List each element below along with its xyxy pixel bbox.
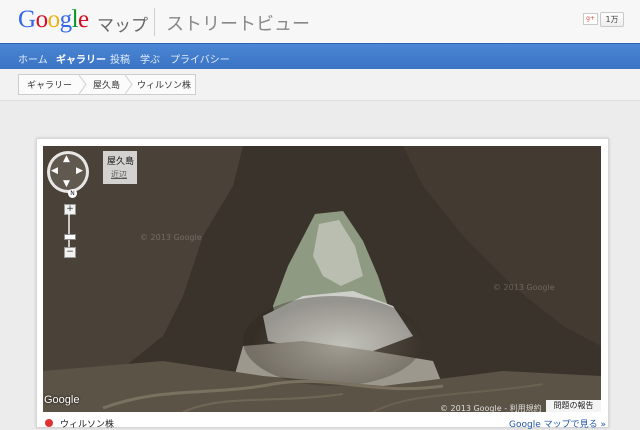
- main-nav: ホーム ギャラリー 投稿 学ぶ プライバシー: [0, 43, 640, 70]
- breadcrumb-item-wilson-stump: ウィルソン株: [137, 81, 192, 91]
- google-logo[interactable]: Google: [18, 6, 89, 34]
- stump-interior-image: [43, 146, 601, 412]
- arrow-up-icon[interactable]: ▲: [63, 155, 70, 164]
- header: Google マップ ストリートビュー g+ 1万: [0, 0, 640, 44]
- arrow-right-icon[interactable]: ▶: [76, 167, 83, 176]
- zoom-slider-handle[interactable]: [64, 234, 76, 240]
- product-name: マップ: [97, 16, 148, 36]
- nav-item-submit[interactable]: 投稿: [110, 51, 130, 66]
- arrow-left-icon[interactable]: ◀: [51, 167, 58, 176]
- chevron-right-icon: [79, 75, 87, 94]
- logo-letter: G: [18, 6, 36, 33]
- view-in-maps-link[interactable]: Google マップで見る »: [509, 417, 606, 430]
- pan-control[interactable]: ▲ ▼ ◀ ▶: [47, 151, 89, 193]
- nav-item-gallery[interactable]: ギャラリー: [56, 51, 106, 66]
- copyright-terms[interactable]: © 2013 Google - 利用規約: [440, 403, 542, 414]
- header-divider: [154, 8, 155, 36]
- zoom-in-button[interactable]: +: [64, 204, 76, 215]
- logo-letter: g: [59, 6, 73, 33]
- chevron-right-icon: [125, 75, 133, 94]
- page-subtitle: ストリートビュー: [166, 14, 310, 35]
- street-view-panorama[interactable]: [43, 146, 601, 412]
- nav-item-home[interactable]: ホーム: [18, 51, 48, 66]
- share-count-button[interactable]: 1万: [600, 12, 624, 27]
- breadcrumb-bar: ギャラリー 屋久島 ウィルソン株: [0, 69, 640, 101]
- nearby-link[interactable]: 近辺: [111, 169, 127, 180]
- arrow-down-icon[interactable]: ▼: [63, 180, 70, 189]
- nav-item-privacy[interactable]: プライバシー: [170, 51, 230, 66]
- zoom-slider-track[interactable]: [68, 214, 70, 247]
- watermark-left: © 2013 Google: [140, 233, 202, 242]
- breadcrumb: ギャラリー 屋久島 ウィルソン株: [18, 74, 196, 95]
- report-problem-button[interactable]: 問題の報告: [546, 400, 601, 412]
- google-brand-logo[interactable]: Google: [44, 394, 79, 406]
- breadcrumb-item-yakushima[interactable]: 屋久島: [93, 78, 120, 91]
- place-name: ウィルソン株: [60, 420, 115, 430]
- logo-letter: o: [47, 6, 61, 33]
- compass-north-icon[interactable]: N: [68, 189, 77, 198]
- logo-letter: o: [35, 6, 49, 33]
- nav-item-learn[interactable]: 学ぶ: [140, 51, 160, 66]
- google-plus-icon[interactable]: g+: [583, 13, 598, 25]
- zoom-out-button[interactable]: −: [64, 247, 76, 258]
- location-name: 屋久島: [107, 157, 135, 167]
- breadcrumb-item-gallery[interactable]: ギャラリー: [27, 78, 72, 91]
- logo-letter: e: [78, 6, 89, 33]
- watermark-right: © 2013 Google: [493, 283, 555, 292]
